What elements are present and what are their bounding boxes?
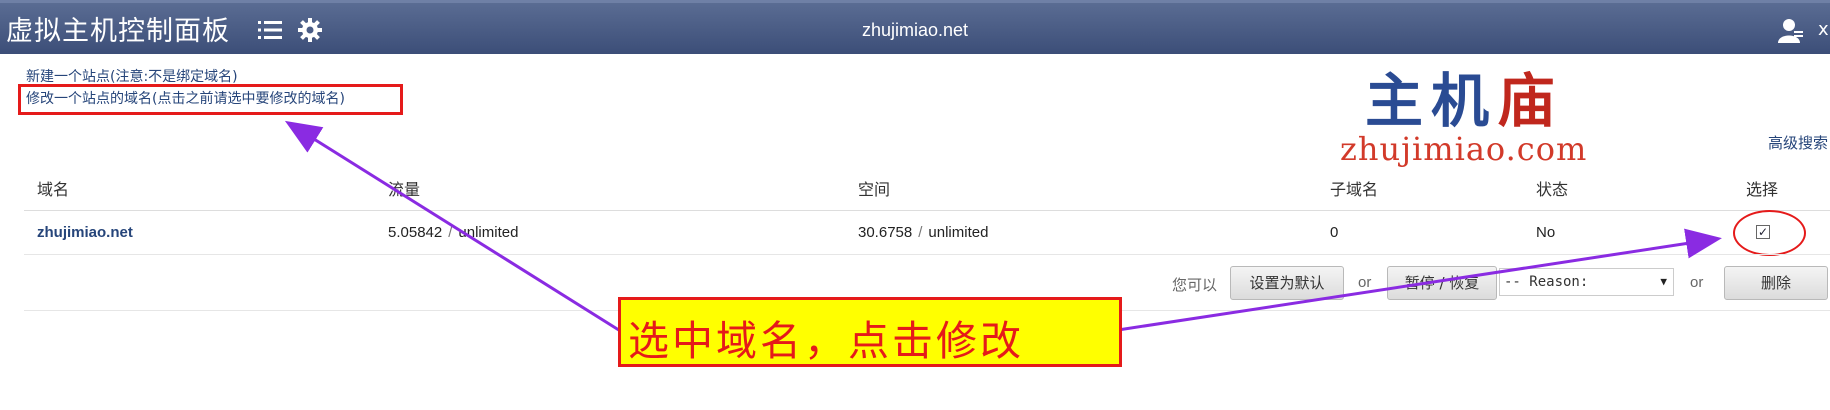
annotation-highlight-box	[18, 84, 403, 115]
reason-select[interactable]: -- Reason: ▼	[1499, 268, 1674, 296]
user-menu-text[interactable]: x	[1818, 19, 1829, 40]
annotation-callout-text: 选中域名，点击修改	[628, 317, 1024, 365]
column-header-status[interactable]: 状态	[1536, 176, 1568, 200]
column-header-select: 选择	[1746, 180, 1779, 199]
space-cell: 30.6758/unlimited	[858, 224, 989, 241]
new-site-link[interactable]: 新建一个站点(注意:不是绑定域名)	[26, 66, 238, 86]
delete-button[interactable]: 删除	[1724, 266, 1828, 300]
set-default-button[interactable]: 设置为默认	[1230, 266, 1344, 300]
or-separator: or	[1358, 274, 1372, 291]
domain-cell-link[interactable]: zhujimiao.net	[37, 224, 133, 241]
subdomains-cell: 0	[1330, 224, 1339, 241]
table-row-divider	[24, 254, 1830, 255]
table-header-divider	[24, 210, 1830, 211]
annotation-checkbox-circle	[1733, 210, 1806, 256]
column-header-space[interactable]: 空间	[858, 176, 890, 200]
advanced-search-link[interactable]: 高级搜索	[1768, 132, 1828, 153]
watermark-logo-en: zhujimiao.com	[1340, 130, 1588, 168]
column-header-subdomains[interactable]: 子域名	[1330, 176, 1378, 200]
status-cell: No	[1536, 224, 1556, 241]
actions-prefix-label: 您可以	[1172, 276, 1218, 294]
top-header-bar: 虚拟主机控制面板 zhujimiao.net x	[0, 0, 1830, 54]
pause-resume-button[interactable]: 暂停 / 恢复	[1387, 266, 1497, 300]
dropdown-arrow-icon: ▼	[1660, 275, 1667, 288]
traffic-cell: 5.05842/unlimited	[388, 224, 519, 241]
user-icon[interactable]	[1778, 17, 1804, 43]
column-header-domain[interactable]: 域名	[37, 176, 69, 200]
or-separator: or	[1690, 274, 1704, 291]
watermark-logo-cn: 主机庙	[1365, 67, 1564, 135]
current-domain-title: zhujimiao.net	[861, 20, 969, 40]
column-header-traffic[interactable]: 流量	[388, 176, 420, 200]
